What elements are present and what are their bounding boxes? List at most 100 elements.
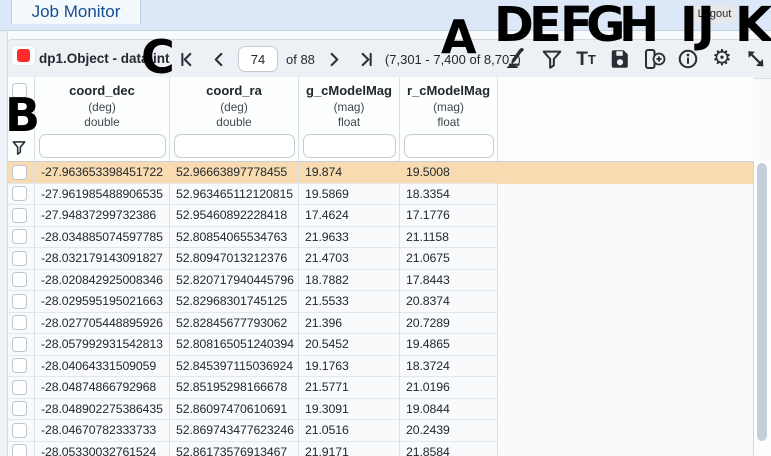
annotation-letter-d: D	[494, 1, 534, 49]
column-header-coord-ra[interactable]: coord_ra (deg) double	[170, 77, 299, 161]
filter-input-g-cmodelmag[interactable]	[303, 134, 396, 158]
row-checkbox[interactable]	[12, 165, 27, 180]
gear-icon: ⚙	[712, 48, 732, 70]
row-checkbox[interactable]	[12, 186, 27, 201]
table-row[interactable]: -28.057992931542813 52.808165051240394 2…	[8, 334, 753, 356]
cell-coord-ra: 52.86097470610691	[170, 399, 299, 421]
cell-coord-ra: 52.82968301745125	[170, 291, 299, 313]
annotation-letter-j: J	[697, 1, 715, 49]
cell-coord-dec: -28.048902275386435	[35, 399, 170, 421]
column-header-g-cmodelmag[interactable]: g_cModelMag (mag) float	[299, 77, 400, 161]
row-checkbox[interactable]	[12, 229, 27, 244]
filter-row-icon[interactable]	[12, 140, 26, 157]
chevron-right-icon	[326, 52, 341, 67]
annotation-letter-a: A	[441, 14, 477, 60]
next-page-button[interactable]	[325, 50, 343, 68]
annotation-letter-k: K	[735, 1, 771, 49]
cell-r-cmodelmag: 19.0844	[400, 399, 498, 421]
row-checkbox[interactable]	[12, 358, 27, 373]
vertical-scrollbar-thumb[interactable]	[757, 163, 767, 441]
cell-coord-ra: 52.869743477623246	[170, 420, 299, 442]
row-checkbox[interactable]	[12, 294, 27, 309]
filter-input-r-cmodelmag[interactable]	[404, 134, 494, 158]
cell-coord-ra: 52.96663897778455	[170, 162, 299, 184]
row-checkbox[interactable]	[12, 315, 27, 330]
cell-r-cmodelmag: 19.5008	[400, 162, 498, 184]
table-row[interactable]: -28.027705448895926 52.82845677793062 21…	[8, 313, 753, 335]
cell-coord-dec: -27.94837299732386	[35, 205, 170, 227]
cell-g-cmodelmag: 19.1763	[299, 356, 400, 378]
row-checkbox[interactable]	[12, 444, 27, 456]
cell-r-cmodelmag: 21.8584	[400, 442, 498, 456]
annotation-letter-b: B	[5, 92, 40, 138]
column-header-coord-dec[interactable]: coord_dec (deg) double	[35, 77, 170, 161]
cell-coord-ra: 52.86173576913467	[170, 442, 299, 456]
table-row[interactable]: -27.94837299732386 52.95460892228418 17.…	[8, 205, 753, 227]
tab-job-monitor[interactable]: Job Monitor	[11, 0, 141, 24]
table-header: coord_dec (deg) double coord_ra (deg) do…	[8, 77, 753, 162]
row-checkbox[interactable]	[12, 401, 27, 416]
cell-r-cmodelmag: 17.8443	[400, 270, 498, 292]
row-checkbox[interactable]	[12, 251, 27, 266]
table-row[interactable]: -28.029595195021663 52.82968301745125 21…	[8, 291, 753, 313]
last-page-button[interactable]	[357, 50, 375, 68]
annotation-letter-c: C	[141, 34, 175, 80]
filter-input-coord-ra[interactable]	[174, 134, 295, 158]
cell-coord-ra: 52.963465112120815	[170, 184, 299, 206]
annotation-letter-h: H	[619, 1, 659, 49]
cell-coord-ra: 52.808165051240394	[170, 334, 299, 356]
filter-input-coord-dec[interactable]	[39, 134, 166, 158]
column-header-r-cmodelmag[interactable]: r_cModelMag (mag) float	[400, 77, 498, 161]
annotation-letter-e: E	[529, 1, 562, 49]
cell-g-cmodelmag: 21.0516	[299, 420, 400, 442]
app-window: Job Monitor Logout dp1.Object - data-int…	[0, 0, 771, 456]
table-row[interactable]: -27.963653398451722 52.96663897778455 19…	[8, 162, 753, 184]
cell-coord-dec: -28.04874866792968	[35, 377, 170, 399]
cell-coord-dec: -28.034885074597785	[35, 227, 170, 249]
table-row[interactable]: -28.05330032761524 52.86173576913467 21.…	[8, 442, 753, 456]
cell-coord-ra: 52.82845677793062	[170, 313, 299, 335]
table-row[interactable]: -28.020842925008346 52.820717940445796 1…	[8, 270, 753, 292]
cell-coord-dec: -28.029595195021663	[35, 291, 170, 313]
cell-g-cmodelmag: 19.3091	[299, 399, 400, 421]
table-row[interactable]: -28.04064331509059 52.845397115036924 19…	[8, 356, 753, 378]
cell-coord-dec: -28.032179143091827	[35, 248, 170, 270]
previous-page-button[interactable]	[210, 50, 228, 68]
cell-r-cmodelmag: 21.1158	[400, 227, 498, 249]
row-checkbox[interactable]	[12, 272, 27, 287]
table-row[interactable]: -28.04874866792968 52.85195298166678 21.…	[8, 377, 753, 399]
cell-coord-dec: -28.057992931542813	[35, 334, 170, 356]
cell-g-cmodelmag: 21.9633	[299, 227, 400, 249]
table-row[interactable]: -28.034885074597785 52.80854065534763 21…	[8, 227, 753, 249]
cell-r-cmodelmag: 21.0196	[400, 377, 498, 399]
row-checkbox[interactable]	[12, 208, 27, 223]
active-table-chip[interactable]	[11, 45, 36, 66]
cell-g-cmodelmag: 21.5771	[299, 377, 400, 399]
last-page-icon	[358, 52, 373, 67]
cell-g-cmodelmag: 21.5533	[299, 291, 400, 313]
table-row[interactable]: -28.048902275386435 52.86097470610691 19…	[8, 399, 753, 421]
first-page-button[interactable]	[178, 50, 196, 68]
table-row[interactable]: -27.961985488906535 52.963465112120815 1…	[8, 184, 753, 206]
cell-g-cmodelmag: 17.4624	[299, 205, 400, 227]
cell-g-cmodelmag: 19.5869	[299, 184, 400, 206]
page-number-input[interactable]	[238, 46, 278, 72]
cell-g-cmodelmag: 19.874	[299, 162, 400, 184]
cell-coord-ra: 52.80947013212376	[170, 248, 299, 270]
cell-r-cmodelmag: 21.0675	[400, 248, 498, 270]
cell-coord-dec: -28.027705448895926	[35, 313, 170, 335]
table-status-indicator	[17, 49, 30, 62]
cell-coord-dec: -28.04064331509059	[35, 356, 170, 378]
cell-r-cmodelmag: 20.2439	[400, 420, 498, 442]
page-total-label: of 88	[286, 52, 315, 67]
first-page-icon	[180, 52, 195, 67]
row-checkbox[interactable]	[12, 380, 27, 395]
row-checkbox[interactable]	[12, 337, 27, 352]
cell-coord-dec: -27.963653398451722	[35, 162, 170, 184]
table-row[interactable]: -28.032179143091827 52.80947013212376 21…	[8, 248, 753, 270]
cell-coord-ra: 52.85195298166678	[170, 377, 299, 399]
row-checkbox[interactable]	[12, 423, 27, 438]
table-row[interactable]: -28.04670782333733 52.869743477623246 21…	[8, 420, 753, 442]
cell-r-cmodelmag: 18.3354	[400, 184, 498, 206]
cell-g-cmodelmag: 21.396	[299, 313, 400, 335]
